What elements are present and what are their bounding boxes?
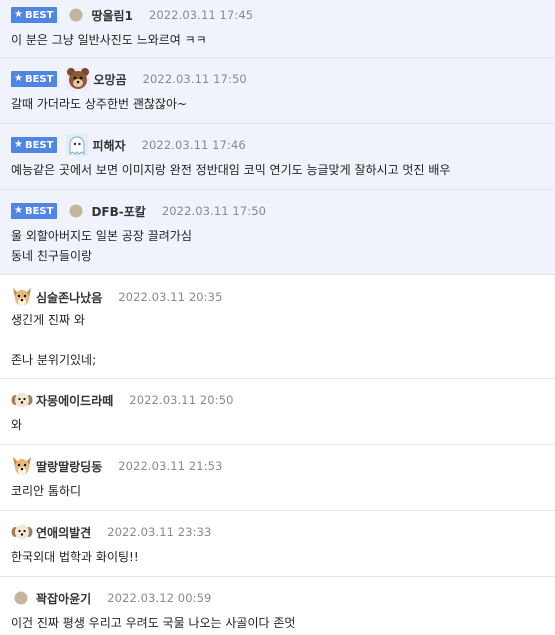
- dot-avatar-icon[interactable]: [66, 5, 86, 25]
- comment-text: 갈때 가더라도 상주한번 괜찮잖아~: [11, 97, 188, 111]
- comment-date: 2022.03.11 23:33: [107, 525, 212, 539]
- comment-text: 한국외대 법학과 화이팅!!: [11, 550, 139, 564]
- comment-header: 자몽에이드라떼 2022.03.11 20:50: [11, 388, 555, 412]
- comment-text: 코리안 톰하디: [11, 484, 82, 498]
- author-nickname[interactable]: 심술존나났음: [36, 289, 102, 306]
- comment-date: 2022.03.11 17:50: [161, 204, 267, 218]
- comment-text: 이 분은 그냥 일반사진도 느와르여 ㅋㅋ: [11, 33, 207, 47]
- comment-text: 예능같은 곳에서 보면 이미지랑 완전 정반대임 코믹 연기도 능글맞게 잘하시…: [11, 163, 451, 177]
- comment-list: ★ BEST 땅울림1 2022.03.11 17:45 이 분은 그냥 일반사진…: [0, 0, 555, 635]
- best-badge: ★ BEST: [11, 7, 58, 23]
- comment-item: 연애의발견 2022.03.11 23:33 한국외대 법학과 화이팅!!: [0, 511, 555, 577]
- comment-header: 심술존나났음 2022.03.11 20:35: [11, 285, 555, 309]
- comment-header: 연애의발견 2022.03.11 23:33: [11, 520, 555, 544]
- comment-text: 울 외할아버지도 일본 공장 끌려가심: [11, 229, 192, 243]
- author-nickname[interactable]: 오망곰: [93, 71, 126, 88]
- comment-text: 존나 분위기있네;: [11, 353, 97, 367]
- comment-body: 한국외대 법학과 화이팅!!: [11, 544, 555, 567]
- dot-avatar-icon[interactable]: [11, 588, 31, 608]
- dot-avatar-icon[interactable]: [66, 201, 86, 221]
- comment-body: 이건 진짜 평생 우리고 우려도 국물 나오는 사골이다 존멋: [11, 610, 555, 633]
- dog-avatar-icon[interactable]: [11, 286, 33, 308]
- comment-body: 이 분은 그냥 일반사진도 느와르여 ㅋㅋ: [11, 27, 555, 50]
- author-nickname[interactable]: 꽉잡아윤기: [36, 590, 91, 607]
- comment-date: 2022.03.11 20:35: [118, 290, 223, 304]
- ghost-avatar-icon[interactable]: [66, 134, 89, 156]
- author-nickname[interactable]: 연애의발견: [36, 524, 91, 541]
- best-badge: ★ BEST: [11, 203, 58, 219]
- best-badge: ★ BEST: [11, 71, 58, 87]
- best-badge-label: BEST: [24, 9, 54, 21]
- bear-avatar-icon[interactable]: [66, 67, 91, 91]
- best-badge: ★ BEST: [11, 137, 58, 153]
- comment-date: 2022.03.12 00:59: [107, 591, 212, 605]
- star-icon: ★: [14, 205, 23, 216]
- author-nickname[interactable]: 딸랑딸랑딩동: [36, 458, 102, 475]
- comment-body: 울 외할아버지도 일본 공장 끌려가심 동네 친구들이랑: [11, 223, 555, 266]
- comment-body: 와: [11, 412, 555, 435]
- author-nickname[interactable]: 땅울림1: [91, 7, 132, 24]
- author-nickname[interactable]: 자몽에이드라떼: [36, 392, 113, 409]
- comment-item: 딸랑딸랑딩동 2022.03.11 21:53 코리안 톰하디: [0, 445, 555, 511]
- puppy-avatar-icon[interactable]: [11, 521, 33, 543]
- comment-date: 2022.03.11 17:45: [148, 8, 254, 22]
- comment-item: ★ BEST 땅울림1 2022.03.11 17:45 이 분은 그냥 일반사진…: [0, 0, 555, 58]
- best-badge-label: BEST: [24, 139, 54, 151]
- comment-item: 꽉잡아윤기 2022.03.12 00:59 이건 진짜 평생 우리고 우려도 …: [0, 577, 555, 635]
- dog-avatar-icon[interactable]: [11, 455, 33, 477]
- comment-date: 2022.03.11 21:53: [118, 459, 223, 473]
- best-badge-label: BEST: [24, 205, 54, 217]
- comment-header: 꽉잡아윤기 2022.03.12 00:59: [11, 586, 555, 610]
- comment-header: ★ BEST 피해자 2022.03.11 17:46: [11, 133, 555, 157]
- star-icon: ★: [14, 73, 23, 84]
- comment-header: 딸랑딸랑딩동 2022.03.11 21:53: [11, 454, 555, 478]
- star-icon: ★: [14, 9, 23, 20]
- comment-date: 2022.03.11 17:50: [142, 72, 247, 86]
- comment-header: ★ BEST 오망곰 2022.03.11 17:50: [11, 67, 555, 91]
- comment-item: 심술존나났음 2022.03.11 20:35 생긴게 진짜 와 존나 분위기있…: [0, 275, 555, 379]
- comment-header: ★ BEST DFB-포칼 2022.03.11 17:50: [11, 199, 555, 223]
- comment-text: 와: [11, 418, 23, 432]
- comment-body: 갈때 가더라도 상주한번 괜찮잖아~: [11, 91, 555, 114]
- comment-body: 생긴게 진짜 와 존나 분위기있네;: [11, 309, 555, 370]
- comment-body: 코리안 톰하디: [11, 478, 555, 501]
- comment-date: 2022.03.11 20:50: [129, 393, 234, 407]
- comment-item: ★ BEST DFB-포칼 2022.03.11 17:50 울 외할아버지도 일…: [0, 190, 555, 275]
- comment-item: ★ BEST 오망곰 2022.03.11 17:50 갈때 가더라도 상주한번 …: [0, 58, 555, 124]
- comment-text: 생긴게 진짜 와: [11, 313, 85, 327]
- comment-text: 이건 진짜 평생 우리고 우려도 국물 나오는 사골이다 존멋: [11, 616, 296, 630]
- comment-date: 2022.03.11 17:46: [141, 138, 246, 152]
- comment-text: 동네 친구들이랑: [11, 249, 93, 263]
- comment-text: [11, 330, 555, 344]
- comment-body: 예능같은 곳에서 보면 이미지랑 완전 정반대임 코믹 연기도 능글맞게 잘하시…: [11, 157, 555, 180]
- author-nickname[interactable]: 피해자: [92, 137, 125, 154]
- comment-item: ★ BEST 피해자 2022.03.11 17:46 예능같은 곳에서 보면 이…: [0, 124, 555, 190]
- puppy-avatar-icon[interactable]: [11, 389, 33, 411]
- comment-header: ★ BEST 땅울림1 2022.03.11 17:45: [11, 3, 555, 27]
- author-nickname[interactable]: DFB-포칼: [91, 203, 145, 220]
- best-badge-label: BEST: [24, 73, 54, 85]
- comment-item: 자몽에이드라떼 2022.03.11 20:50 와: [0, 379, 555, 445]
- star-icon: ★: [14, 139, 23, 150]
